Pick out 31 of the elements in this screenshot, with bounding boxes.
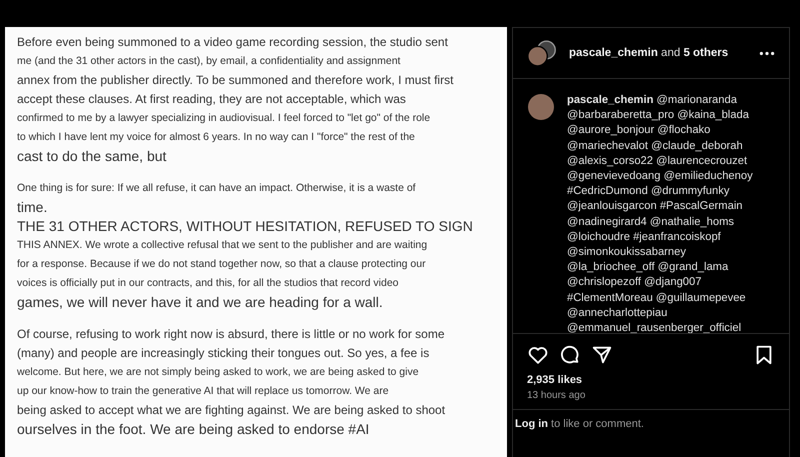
post-text-line: being asked to accept what we are fighting against. We are being asked to shoot [17, 402, 446, 419]
post-text-line: Before even being summoned to a video game recording session, the studio sent [17, 34, 449, 51]
avatar-icon[interactable] [527, 40, 557, 66]
post-text-line: THE 31 OTHER ACTORS, WITHOUT HESITATION, REFUSED TO SIGN [17, 217, 474, 236]
post-time: 13 hours ago [526, 389, 586, 403]
post-text-line: welcome. But here, we are not simply being asked to work, we are being asked to give [17, 365, 420, 380]
post-text-line: games, we will never have it and we are heading for a wall. [17, 293, 384, 312]
post-text-line: Of course, refusing to work right now is absurd, there is little or no work for some [17, 326, 446, 343]
post-text-line: One thing is for sure: If we all refuse, it can have an impact. Otherwise, it is a waste of [17, 181, 417, 196]
avatar-icon[interactable] [527, 93, 555, 121]
post-text-line: cast to do the same, but [17, 147, 168, 166]
post-text-line: for a response. Because if we do not stand together now, so that a clause protecting our [17, 257, 427, 272]
post-text-line: voices is officially put in our contracts, and this, for all the studios that record video [17, 276, 400, 291]
post-text-line: confirmed to me by a lawyer specializing in audiovisual. I feel forced to "let go" of the role [17, 111, 432, 126]
more-options-icon[interactable] [759, 50, 775, 56]
post-text-line: (many) and people are increasingly sticking their tongues out. So yes, a fee is [17, 345, 430, 362]
login-prompt[interactable]: Log in to like or comment. [513, 409, 789, 438]
post-text-line: time. [17, 198, 48, 217]
caption-text: pascale_chemin @marionaranda @barbaraberetta_pro @kaina_blada @aurore_bonjour @flochako @mariechevalot @claude_deborah @alexis_corso22 @laurencecrouzet @genevievedoang @emilieduchenoy #CedricDumond @drummyfunky @jeanlouisgarcon #PascalGermain @nadinegirard4 @nathalie_homs @loichoudre #jeanfrancoiskopf @simonkoukissabarney @la_briochee_off @grand_lama @chrislopezoff @djang007 #ClementMoreau @guillaumepevee @annecharlottepiau @emmanuel_rausenberger_officiel [567, 93, 753, 333]
likes-count: 2,935 likes [526, 373, 584, 386]
heart-icon[interactable] [527, 344, 549, 366]
post-text-line: ourselves in the foot. We are being asked to endorse #AI [17, 420, 370, 439]
share-icon[interactable] [591, 344, 613, 366]
post-author[interactable]: pascale_chemin and 5 others [569, 47, 747, 59]
post-text-line: up our know-how to train the generative AI that will replace us tomorrow. We are [17, 384, 390, 399]
comment-icon[interactable] [559, 344, 581, 366]
post-text-line: to which I have lent my voice for almost 6 years. In no way can I "force" the rest of the [17, 130, 416, 145]
post-text-line: THIS ANNEX. We wrote a collective refusal that we sent to the publisher and are waiting [17, 238, 428, 253]
post-text-line: annex from the publisher directly. To be summoned and therefore work, I must first [17, 72, 454, 89]
post-text-line: accept these clauses. At first reading, they are not acceptable, which was [17, 91, 407, 108]
post-text-line: me (and the 31 other actors in the cast), by email, a confidentiality and assignment [17, 54, 402, 69]
